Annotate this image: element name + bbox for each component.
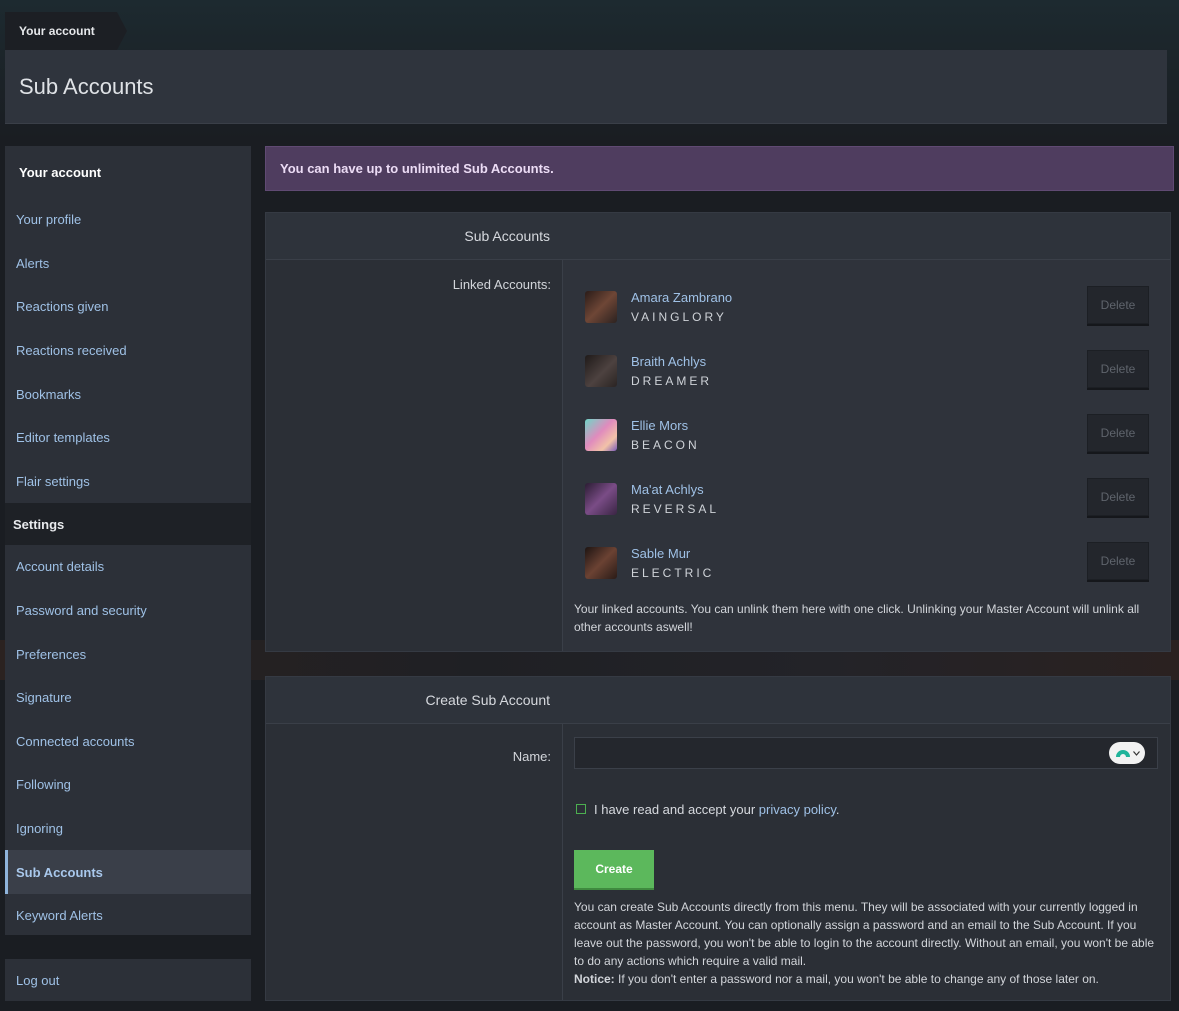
delete-button[interactable]: Delete — [1087, 542, 1149, 580]
page-title: Sub Accounts — [19, 74, 154, 99]
create-button[interactable]: Create — [574, 850, 654, 888]
account-name[interactable]: Ellie Mors — [631, 418, 688, 433]
account-name[interactable]: Amara Zambrano — [631, 290, 732, 305]
linked-accounts-explanation: Your linked accounts. You can unlink the… — [574, 602, 1140, 634]
account-name[interactable]: Sable Mur — [631, 546, 690, 561]
page-header: Sub Accounts — [5, 50, 1167, 124]
linked-accounts-label: Linked Accounts: — [452, 277, 551, 292]
manager-logo-icon — [1115, 750, 1130, 757]
sidebar-item-preferences[interactable]: Preferences — [5, 632, 251, 676]
list-item: Ma'at Achlys REVERSAL Delete — [585, 478, 1149, 528]
delete-button[interactable]: Delete — [1087, 350, 1149, 388]
linked-label-column: Linked Accounts: — [266, 260, 563, 651]
list-item: Ellie Mors BEACON Delete — [585, 414, 1149, 464]
list-item: Amara Zambrano VAINGLORY Delete — [585, 286, 1149, 336]
list-item: Sable Mur ELECTRIC Delete — [585, 542, 1149, 592]
password-manager-icon[interactable] — [1109, 742, 1145, 764]
sidebar-item-alerts[interactable]: Alerts — [5, 242, 251, 286]
notice-text: If you don't enter a password nor a mail… — [618, 972, 1099, 986]
limit-notice: You can have up to unlimited Sub Account… — [265, 146, 1174, 191]
privacy-policy-suffix: . — [835, 802, 840, 817]
account-title: ELECTRIC — [631, 566, 715, 580]
account-title: REVERSAL — [631, 502, 720, 516]
delete-button[interactable]: Delete — [1087, 478, 1149, 516]
create-explanation: You can create Sub Accounts directly fro… — [574, 898, 1156, 988]
delete-button[interactable]: Delete — [1087, 286, 1149, 324]
create-sub-account-heading: Create Sub Account — [425, 692, 550, 708]
create-form: I have read and accept your privacy poli… — [563, 677, 1170, 1000]
sidebar-item-keyword-alerts[interactable]: Keyword Alerts — [5, 894, 251, 938]
sidebar-item-editor-templates[interactable]: Editor templates — [5, 416, 251, 460]
privacy-policy-text: I have read and accept your — [594, 802, 756, 817]
privacy-policy-label: I have read and accept your privacy poli… — [594, 802, 839, 817]
create-explanation-text: You can create Sub Accounts directly fro… — [574, 900, 1155, 968]
avatar[interactable] — [585, 291, 617, 323]
sidebar-item-account-details[interactable]: Account details — [5, 545, 251, 589]
sidebar-heading-your-account[interactable]: Your account — [5, 146, 251, 198]
account-title: BEACON — [631, 438, 700, 452]
name-label: Name: — [512, 749, 551, 764]
sidebar-item-reactions-given[interactable]: Reactions given — [5, 285, 251, 329]
sub-accounts-header: Sub Accounts — [266, 213, 1170, 260]
avatar[interactable] — [585, 355, 617, 387]
sidebar-item-sub-accounts[interactable]: Sub Accounts — [5, 850, 251, 894]
sidebar-item-password-security[interactable]: Password and security — [5, 589, 251, 633]
avatar[interactable] — [585, 547, 617, 579]
sub-accounts-block: Sub Accounts Linked Accounts: Amara Zamb… — [265, 212, 1171, 652]
account-name[interactable]: Ma'at Achlys — [631, 482, 704, 497]
logout-link[interactable]: Log out — [5, 959, 251, 1001]
privacy-policy-link[interactable]: privacy policy — [759, 802, 836, 817]
sidebar-item-signature[interactable]: Signature — [5, 676, 251, 720]
list-item: Braith Achlys DREAMER Delete — [585, 350, 1149, 400]
account-sidebar: Your account Your profile Alerts Reactio… — [5, 146, 251, 935]
sidebar-item-bookmarks[interactable]: Bookmarks — [5, 372, 251, 416]
sidebar-item-ignoring[interactable]: Ignoring — [5, 807, 251, 851]
sidebar-item-your-profile[interactable]: Your profile — [5, 198, 251, 242]
account-name[interactable]: Braith Achlys — [631, 354, 706, 369]
account-title: DREAMER — [631, 374, 713, 388]
sidebar-item-following[interactable]: Following — [5, 763, 251, 807]
privacy-policy-checkbox[interactable] — [576, 804, 586, 814]
breadcrumb-arrow — [117, 12, 127, 50]
delete-button[interactable]: Delete — [1087, 414, 1149, 452]
name-input[interactable] — [574, 737, 1158, 769]
notice-label: Notice: — [574, 972, 615, 986]
sub-accounts-heading: Sub Accounts — [464, 228, 550, 244]
chevron-down-icon — [1132, 750, 1140, 756]
breadcrumb-your-account[interactable]: Your account — [5, 12, 127, 50]
sidebar-heading-settings: Settings — [5, 503, 251, 546]
sidebar-item-connected-accounts[interactable]: Connected accounts — [5, 720, 251, 764]
breadcrumb-label: Your account — [19, 24, 95, 38]
sidebar-item-reactions-received[interactable]: Reactions received — [5, 329, 251, 373]
create-sub-account-block: Create Sub Account Name: I have read and… — [265, 676, 1171, 1001]
avatar[interactable] — [585, 483, 617, 515]
create-label-column: Name: — [266, 724, 563, 1000]
account-title: VAINGLORY — [631, 310, 727, 324]
sidebar-item-flair-settings[interactable]: Flair settings — [5, 460, 251, 504]
linked-accounts-list: Amara Zambrano VAINGLORY Delete Braith A… — [563, 260, 1170, 651]
avatar[interactable] — [585, 419, 617, 451]
